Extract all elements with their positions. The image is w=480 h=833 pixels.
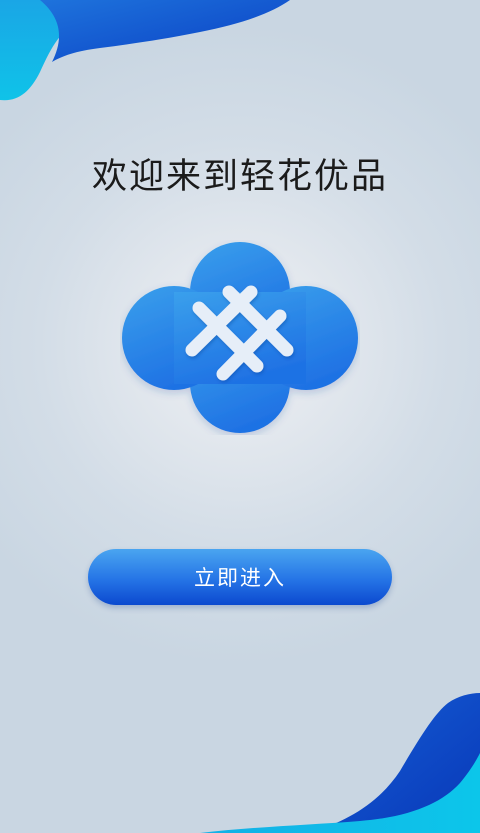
welcome-title: 欢迎来到轻花优品 (91, 157, 388, 197)
cloud-lattice-logo-icon (122, 242, 358, 433)
top-wave-decoration (0, 0, 290, 101)
bottom-wave-decoration (200, 693, 480, 833)
enter-now-button[interactable]: 立即进入 (88, 549, 392, 605)
welcome-screen: 欢迎来到轻花优品 立即进入 (0, 0, 480, 833)
